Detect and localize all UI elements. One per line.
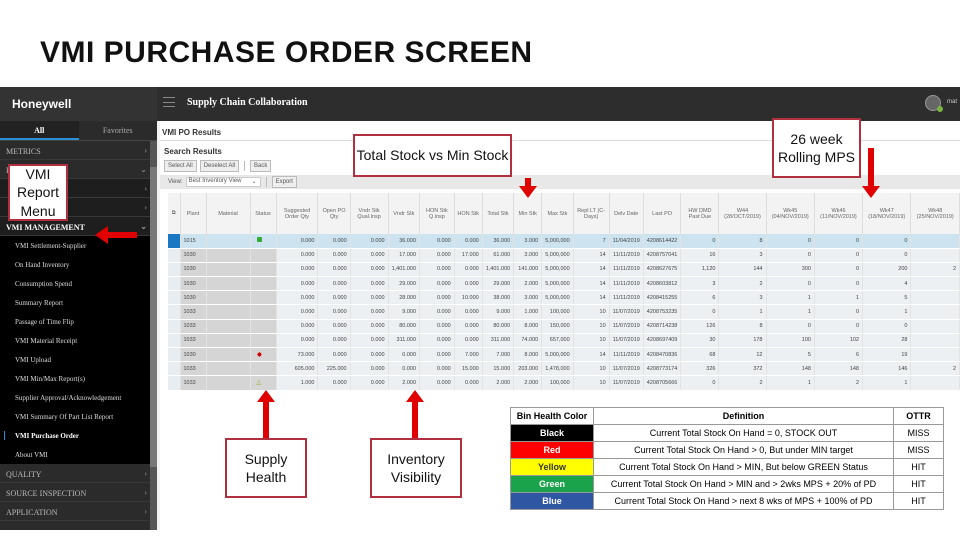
legend-row: Red Current Total Stock On Hand > 0, But … [510,441,944,459]
legend-ottr: HIT [893,492,944,510]
legend-ottr: HIT [893,458,944,476]
legend-row: Yellow Current Total Stock On Hand > MIN,… [510,458,944,476]
legend-header-color: Bin Health Color [510,407,594,425]
legend-color-swatch: Blue [510,492,594,510]
legend-definition: Current Total Stock On Hand > next 8 wks… [593,492,894,510]
legend-color-swatch: Black [510,424,594,442]
legend-header-row: Bin Health Color Definition OTTR [510,407,944,425]
arrow-to-status [257,390,275,438]
bin-health-legend: Bin Health Color Definition OTTR Black Cu… [510,407,944,510]
legend-ottr: HIT [893,475,944,493]
arrow-to-vmi-management [95,226,137,244]
legend-color-swatch: Red [510,441,594,459]
arrow-to-min-stock [519,178,537,198]
arrow-to-mps-weeks [862,148,880,198]
legend-row: Green Current Total Stock On Hand > MIN a… [510,475,944,493]
legend-header-ottr: OTTR [893,407,944,425]
legend-ottr: MISS [893,424,944,442]
legend-row: Blue Current Total Stock On Hand > next 8… [510,492,944,510]
legend-color-swatch: Green [510,475,594,493]
arrow-to-vendor-stock [406,390,424,438]
legend-definition: Current Total Stock On Hand = 0, STOCK O… [593,424,894,442]
legend-row: Black Current Total Stock On Hand = 0, ST… [510,424,944,442]
legend-ottr: MISS [893,441,944,459]
legend-header-definition: Definition [593,407,894,425]
legend-definition: Current Total Stock On Hand > 0, But und… [593,441,894,459]
legend-definition: Current Total Stock On Hand > MIN, But b… [593,458,894,476]
legend-color-swatch: Yellow [510,458,594,476]
legend-definition: Current Total Stock On Hand > MIN and > … [593,475,894,493]
